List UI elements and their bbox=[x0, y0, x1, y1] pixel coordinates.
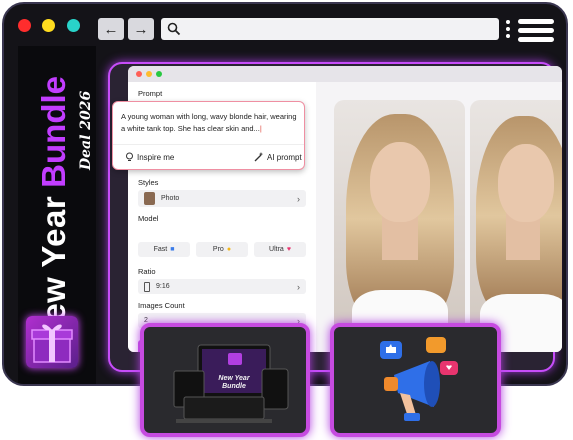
arrow-right-icon[interactable]: → bbox=[128, 18, 154, 40]
prompt-text: A young woman with long, wavy blonde hai… bbox=[121, 112, 297, 133]
style-thumbnail bbox=[144, 192, 155, 205]
styles-label: Styles bbox=[138, 178, 159, 187]
inspire-me-button[interactable]: Inspire me bbox=[125, 152, 174, 162]
style-value: Photo bbox=[161, 195, 180, 202]
hamburger-menu-icon[interactable] bbox=[518, 19, 554, 46]
app-titlebar bbox=[128, 66, 562, 82]
app-close-dot[interactable] bbox=[136, 71, 142, 77]
address-bar[interactable] bbox=[161, 18, 499, 40]
model-pro-label: Pro bbox=[212, 246, 224, 253]
phone-icon bbox=[144, 281, 150, 292]
search-icon bbox=[167, 22, 181, 36]
text-caret: | bbox=[259, 124, 262, 133]
inspire-me-label: Inspire me bbox=[137, 152, 175, 162]
images-count-label: Images Count bbox=[138, 301, 185, 310]
marketing-card bbox=[330, 323, 501, 437]
pro-icon: ● bbox=[226, 246, 232, 253]
promo-subtitle: Deal 2026 bbox=[78, 90, 94, 170]
promo-title: New Year Bundle bbox=[24, 46, 84, 346]
generated-photo-1[interactable] bbox=[334, 100, 465, 352]
prompt-card[interactable]: A young woman with long, wavy blonde hai… bbox=[112, 101, 305, 170]
bundle-preview-card: New Year Bundle bbox=[140, 323, 310, 437]
ratio-value: 9:16 bbox=[156, 283, 170, 290]
model-fast-label: Fast bbox=[153, 246, 168, 253]
prompt-label: Prompt bbox=[138, 89, 163, 98]
bundle-caption: New Year Bundle bbox=[218, 375, 250, 390]
app-minimize-dot[interactable] bbox=[146, 71, 152, 77]
maximize-dot[interactable] bbox=[67, 19, 80, 32]
gift-box-icon bbox=[26, 316, 78, 368]
model-ultra-label: Ultra bbox=[269, 246, 284, 253]
lightbulb-icon bbox=[126, 152, 133, 161]
arrow-left-icon[interactable]: ← bbox=[98, 18, 124, 40]
app-maximize-dot[interactable] bbox=[156, 71, 162, 77]
ai-prompt-label: AI prompt bbox=[267, 152, 302, 162]
prompt-textarea[interactable]: A young woman with long, wavy blonde hai… bbox=[121, 111, 299, 135]
ratio-select[interactable]: 9:16 › bbox=[138, 279, 306, 294]
close-dot[interactable] bbox=[18, 19, 31, 32]
megaphone-icon bbox=[380, 337, 458, 421]
kebab-icon[interactable] bbox=[506, 20, 511, 41]
heart-icon: ♥ bbox=[286, 246, 291, 253]
model-label: Model bbox=[138, 214, 159, 223]
style-select[interactable]: Photo › bbox=[138, 190, 306, 207]
ai-prompt-button[interactable]: AI prompt bbox=[254, 152, 302, 162]
magic-wand-icon bbox=[254, 152, 264, 162]
model-pro-button[interactable]: Pro ● bbox=[196, 242, 248, 257]
fast-icon: ■ bbox=[170, 246, 175, 253]
model-fast-button[interactable]: Fast ■ bbox=[138, 242, 190, 257]
generated-photo-2[interactable] bbox=[470, 100, 562, 352]
chevron-right-icon: › bbox=[297, 281, 300, 292]
promo-title-purple: Bundle bbox=[35, 76, 72, 188]
prompt-divider bbox=[113, 144, 304, 145]
model-ultra-button[interactable]: Ultra ♥ bbox=[254, 242, 306, 257]
ratio-label: Ratio bbox=[138, 267, 156, 276]
minimize-dot[interactable] bbox=[42, 19, 55, 32]
chevron-right-icon: › bbox=[297, 193, 300, 204]
